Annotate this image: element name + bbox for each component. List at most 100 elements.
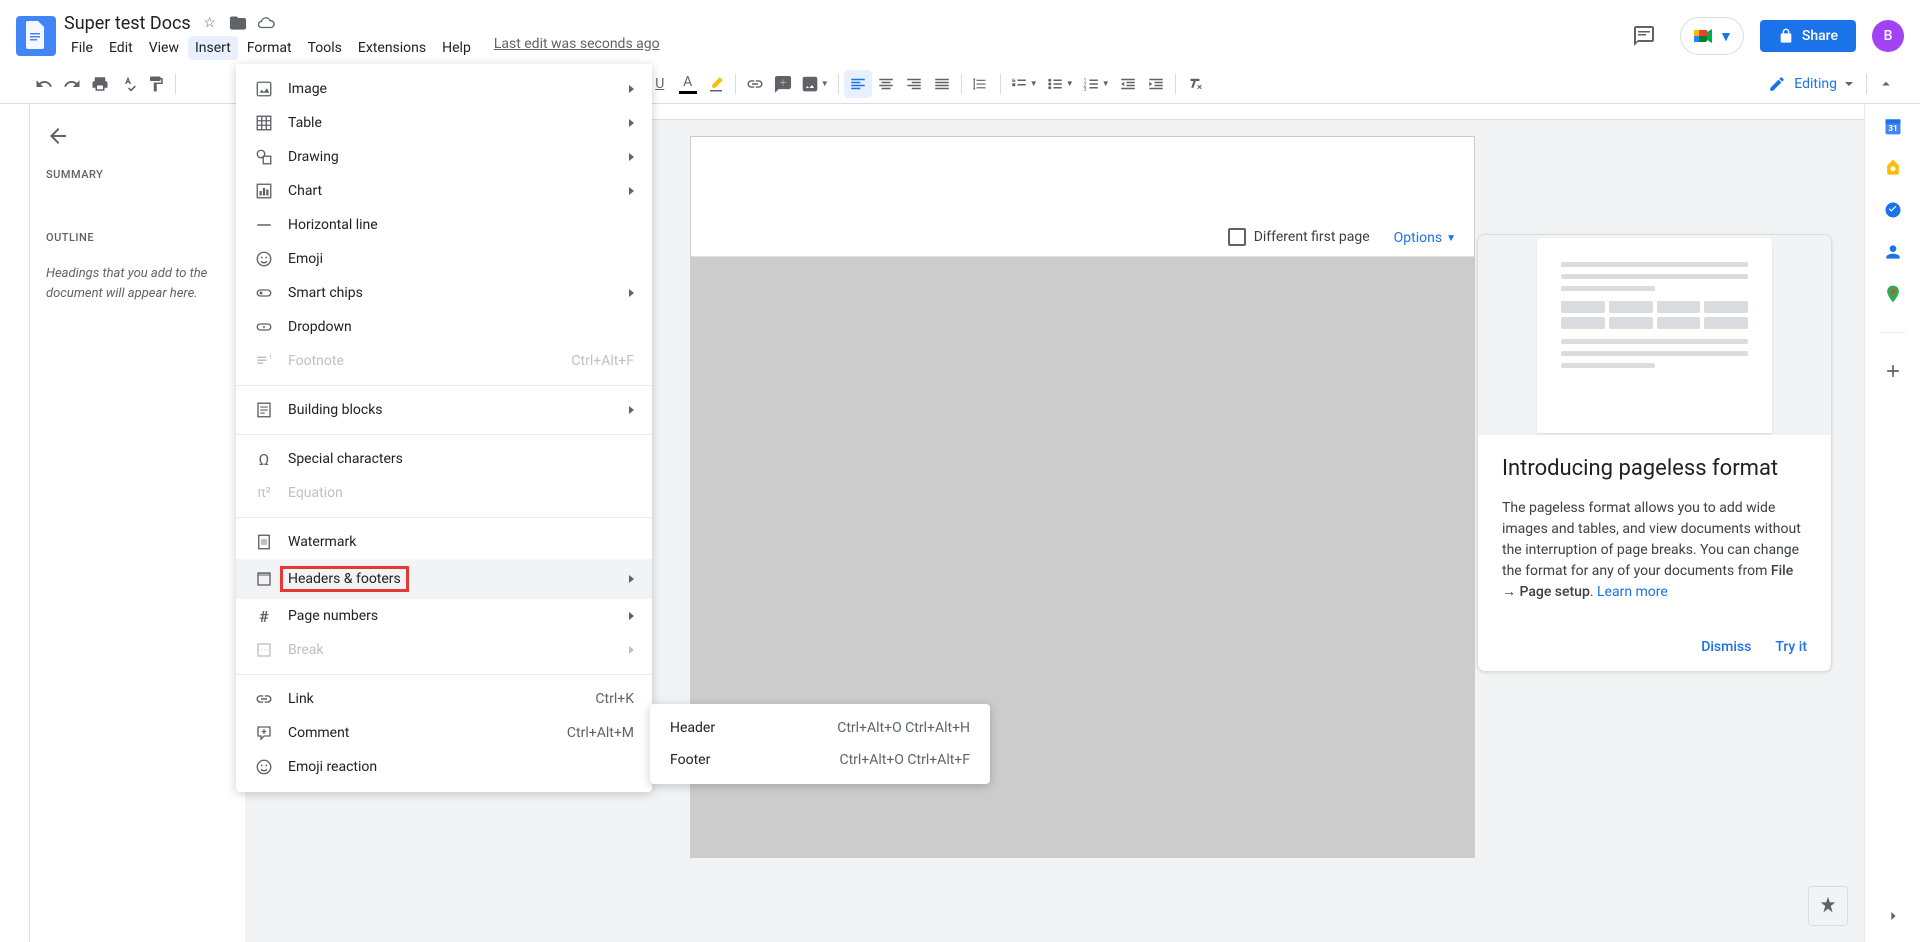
cloud-saved-icon[interactable]	[257, 14, 275, 32]
meet-button[interactable]: ▼	[1680, 17, 1744, 55]
outline-panel: SUMMARY OUTLINE Headings that you add to…	[30, 104, 245, 942]
insert-image-button[interactable]: ▼	[797, 70, 833, 98]
add-addon-icon[interactable]	[1883, 361, 1903, 381]
redo-button[interactable]	[58, 70, 86, 98]
checkbox-icon[interactable]	[1228, 228, 1246, 246]
paint-format-button[interactable]	[142, 70, 170, 98]
insert-image-item[interactable]: Image	[236, 72, 652, 106]
insert-table-item[interactable]: Table	[236, 106, 652, 140]
insert-building-blocks-item[interactable]: Building blocks	[236, 393, 652, 427]
insert-special-chars-item[interactable]: ΩSpecial characters	[236, 442, 652, 476]
star-icon[interactable]: ☆	[201, 14, 219, 32]
align-left-button[interactable]	[844, 70, 872, 98]
svg-text:31: 31	[1888, 124, 1898, 134]
header-options-button[interactable]: Options ▼	[1394, 230, 1456, 246]
page-header-editor[interactable]: Different first page Options ▼	[691, 137, 1474, 257]
pencil-icon	[1768, 75, 1786, 93]
hash-icon: #	[254, 606, 274, 626]
numbered-list-button[interactable]: 123▼	[1078, 70, 1114, 98]
insert-emoji-reaction-item[interactable]: Emoji reaction	[236, 750, 652, 784]
insert-horizontal-line-item[interactable]: Horizontal line	[236, 208, 652, 242]
insert-watermark-item[interactable]: Watermark	[236, 525, 652, 559]
svg-text:1: 1	[269, 353, 273, 361]
pi-icon: π²	[254, 483, 274, 503]
meet-icon	[1691, 24, 1715, 48]
clear-format-button[interactable]	[1181, 70, 1209, 98]
spellcheck-button[interactable]	[114, 70, 142, 98]
menu-insert[interactable]: Insert	[188, 36, 238, 60]
increase-indent-button[interactable]	[1142, 70, 1170, 98]
outline-back-button[interactable]	[46, 124, 70, 148]
menu-file[interactable]: File	[64, 36, 100, 60]
move-icon[interactable]	[229, 14, 247, 32]
comment-icon	[254, 723, 274, 743]
line-spacing-button[interactable]	[967, 70, 995, 98]
highlight-button[interactable]	[702, 70, 730, 98]
insert-emoji-item[interactable]: Emoji	[236, 242, 652, 276]
submenu-footer-item[interactable]: FooterCtrl+Alt+O Ctrl+Alt+F	[650, 744, 990, 776]
vertical-ruler	[0, 104, 30, 942]
learn-more-link[interactable]: Learn more	[1597, 584, 1668, 600]
try-it-button[interactable]: Try it	[1775, 639, 1807, 655]
image-icon	[254, 79, 274, 99]
submenu-header-item[interactable]: HeaderCtrl+Alt+O Ctrl+Alt+H	[650, 712, 990, 744]
align-center-button[interactable]	[872, 70, 900, 98]
menu-view[interactable]: View	[142, 36, 186, 60]
contacts-icon[interactable]	[1883, 242, 1903, 262]
insert-page-numbers-item[interactable]: #Page numbers	[236, 599, 652, 633]
add-comment-button[interactable]	[769, 70, 797, 98]
diff-first-label: Different first page	[1254, 229, 1370, 245]
explore-button[interactable]	[1808, 886, 1848, 926]
different-first-page-toggle[interactable]: Different first page	[1228, 228, 1370, 246]
menu-format[interactable]: Format	[240, 36, 299, 60]
summary-heading: SUMMARY	[46, 168, 229, 181]
share-label: Share	[1802, 28, 1838, 44]
insert-smart-chips-item[interactable]: Smart chips	[236, 276, 652, 310]
decrease-indent-button[interactable]	[1114, 70, 1142, 98]
align-justify-button[interactable]	[928, 70, 956, 98]
insert-comment-item[interactable]: CommentCtrl+Alt+M	[236, 716, 652, 750]
headers-footers-submenu: HeaderCtrl+Alt+O Ctrl+Alt+H FooterCtrl+A…	[650, 704, 990, 784]
checklist-button[interactable]: ▼	[1006, 70, 1042, 98]
tasks-icon[interactable]	[1883, 200, 1903, 220]
print-button[interactable]	[86, 70, 114, 98]
comments-history-icon[interactable]	[1624, 16, 1664, 56]
lock-icon	[1778, 28, 1794, 44]
menu-extensions[interactable]: Extensions	[351, 36, 433, 60]
insert-break-item: Break	[236, 633, 652, 667]
share-button[interactable]: Share	[1760, 20, 1856, 52]
last-edit-link[interactable]: Last edit was seconds ago	[494, 36, 660, 60]
insert-menu-dropdown: Image Table Drawing Chart Horizontal lin…	[236, 64, 652, 792]
calendar-icon[interactable]: 31	[1883, 116, 1903, 136]
dismiss-button[interactable]: Dismiss	[1701, 639, 1751, 655]
drawing-icon	[254, 147, 274, 167]
align-right-button[interactable]	[900, 70, 928, 98]
caret-down-icon: ▼	[1446, 233, 1456, 244]
keep-icon[interactable]	[1883, 158, 1903, 178]
popup-title: Introducing pageless format	[1502, 455, 1807, 484]
pageless-popup: Introducing pageless format The pageless…	[1477, 234, 1832, 672]
collapse-toolbar-button[interactable]	[1872, 70, 1900, 98]
avatar[interactable]: B	[1872, 20, 1904, 52]
table-icon	[254, 113, 274, 133]
building-blocks-icon	[254, 400, 274, 420]
insert-chart-item[interactable]: Chart	[236, 174, 652, 208]
menu-tools[interactable]: Tools	[301, 36, 349, 60]
side-rail: 31	[1864, 104, 1920, 942]
document-title[interactable]: Super test Docs	[64, 13, 191, 34]
undo-button[interactable]	[30, 70, 58, 98]
text-color-button[interactable]: A	[674, 70, 702, 98]
insert-link-button[interactable]	[741, 70, 769, 98]
menu-edit[interactable]: Edit	[102, 36, 140, 60]
editing-mode-button[interactable]: Editing	[1758, 71, 1861, 97]
bulleted-list-button[interactable]: ▼	[1042, 70, 1078, 98]
insert-link-item[interactable]: LinkCtrl+K	[236, 682, 652, 716]
insert-headers-footers-item[interactable]: Headers & footers	[236, 559, 652, 599]
maps-icon[interactable]	[1883, 284, 1903, 304]
hide-rail-button[interactable]	[1883, 906, 1903, 926]
menu-help[interactable]: Help	[435, 36, 478, 60]
docs-logo-icon[interactable]	[16, 16, 56, 56]
insert-dropdown-item[interactable]: Dropdown	[236, 310, 652, 344]
menubar: File Edit View Insert Format Tools Exten…	[64, 36, 1624, 60]
insert-drawing-item[interactable]: Drawing	[236, 140, 652, 174]
